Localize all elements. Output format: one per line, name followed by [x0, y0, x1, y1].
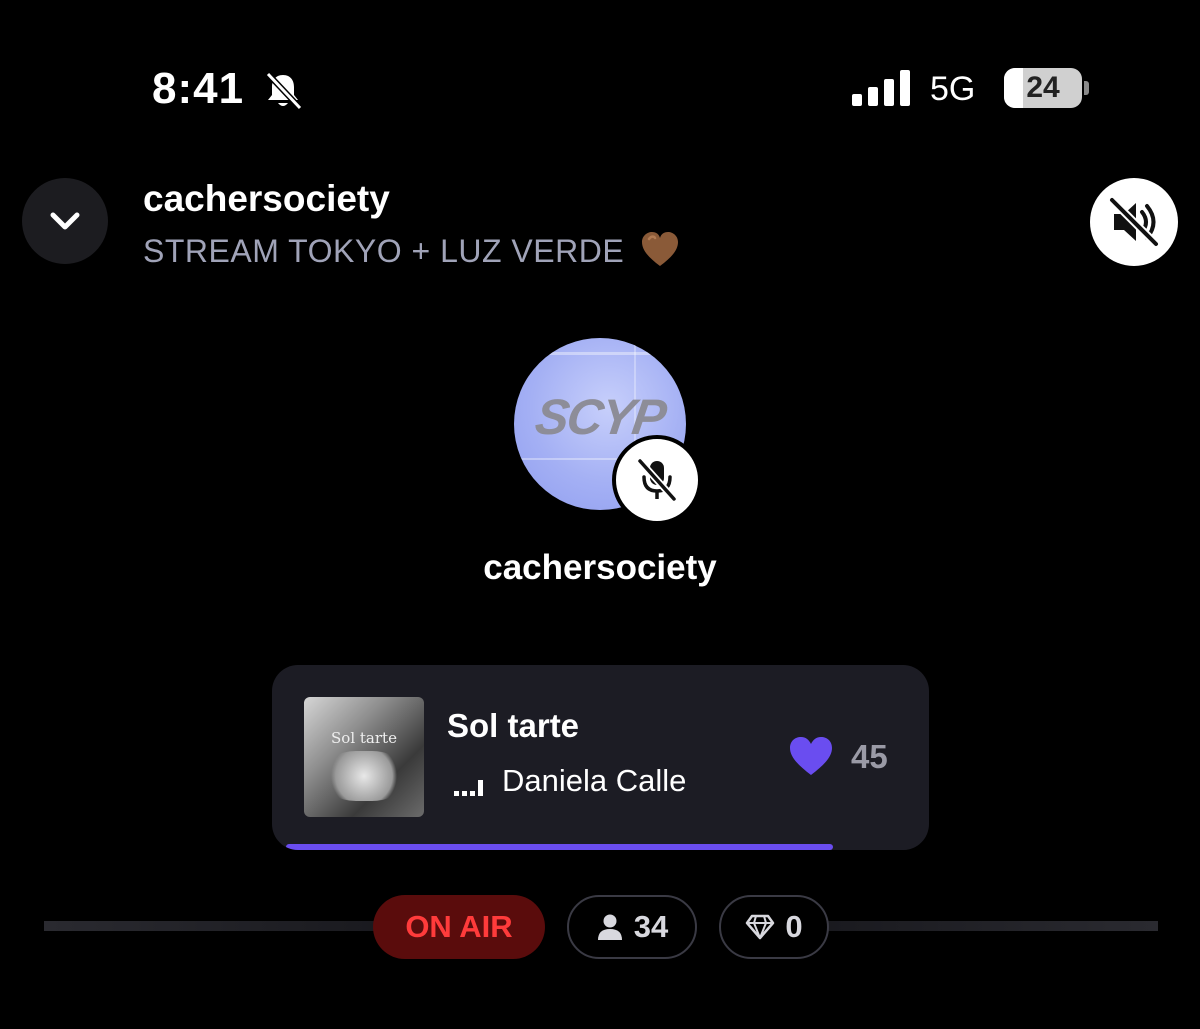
playing-bars-icon	[454, 780, 483, 796]
person-icon	[597, 914, 622, 940]
divider-left	[44, 921, 374, 931]
brown-heart-icon	[641, 232, 678, 266]
like-heart-icon[interactable]	[788, 735, 834, 777]
battery-indicator: 24	[1004, 68, 1082, 108]
speaker-muted-icon	[1108, 196, 1160, 248]
album-art-image	[324, 751, 404, 801]
speaker-name: cachersociety	[483, 548, 717, 587]
cellular-signal-icon	[852, 70, 910, 106]
live-room-screen: 8:41 5G 24 cachersociety STREAM TOKYO + …	[0, 0, 1200, 1029]
room-title: STREAM TOKYO + LUZ VERDE	[143, 230, 680, 270]
on-air-badge: ON AIR	[373, 895, 545, 959]
listeners-count-pill[interactable]: 34	[567, 895, 697, 959]
divider-right	[828, 921, 1158, 931]
gems-count: 0	[785, 909, 803, 944]
collapse-button[interactable]	[22, 178, 108, 264]
bell-off-icon	[265, 71, 303, 111]
room-title-text: STREAM TOKYO + LUZ VERDE	[143, 233, 625, 269]
gems-count-pill[interactable]: 0	[719, 895, 829, 959]
speaker-mute-button[interactable]	[1090, 178, 1178, 266]
battery-fill	[1004, 68, 1023, 108]
mic-off-icon	[636, 457, 678, 503]
track-title: Sol tarte	[447, 707, 580, 744]
track-progress-bar	[272, 844, 929, 850]
battery-nub	[1084, 81, 1089, 95]
battery-percent: 24	[1026, 71, 1060, 104]
chevron-down-icon	[50, 212, 80, 230]
mic-status-badge	[612, 435, 702, 525]
on-air-label: ON AIR	[405, 909, 513, 944]
avatar-decoration	[514, 352, 686, 355]
diamond-icon	[746, 914, 775, 940]
album-art: Sol tarte	[304, 697, 424, 817]
listeners-count: 34	[633, 909, 669, 944]
track-progress-fill	[286, 844, 833, 850]
now-playing-card[interactable]: Sol tarte Sol tarte Daniela Calle 45	[272, 665, 929, 850]
album-art-title: Sol tarte	[331, 729, 397, 747]
track-artist: Daniela Calle	[502, 763, 687, 798]
status-time: 8:41	[152, 64, 245, 113]
like-count: 45	[851, 738, 888, 775]
host-name[interactable]: cachersociety	[143, 178, 390, 220]
network-type: 5G	[930, 70, 976, 108]
